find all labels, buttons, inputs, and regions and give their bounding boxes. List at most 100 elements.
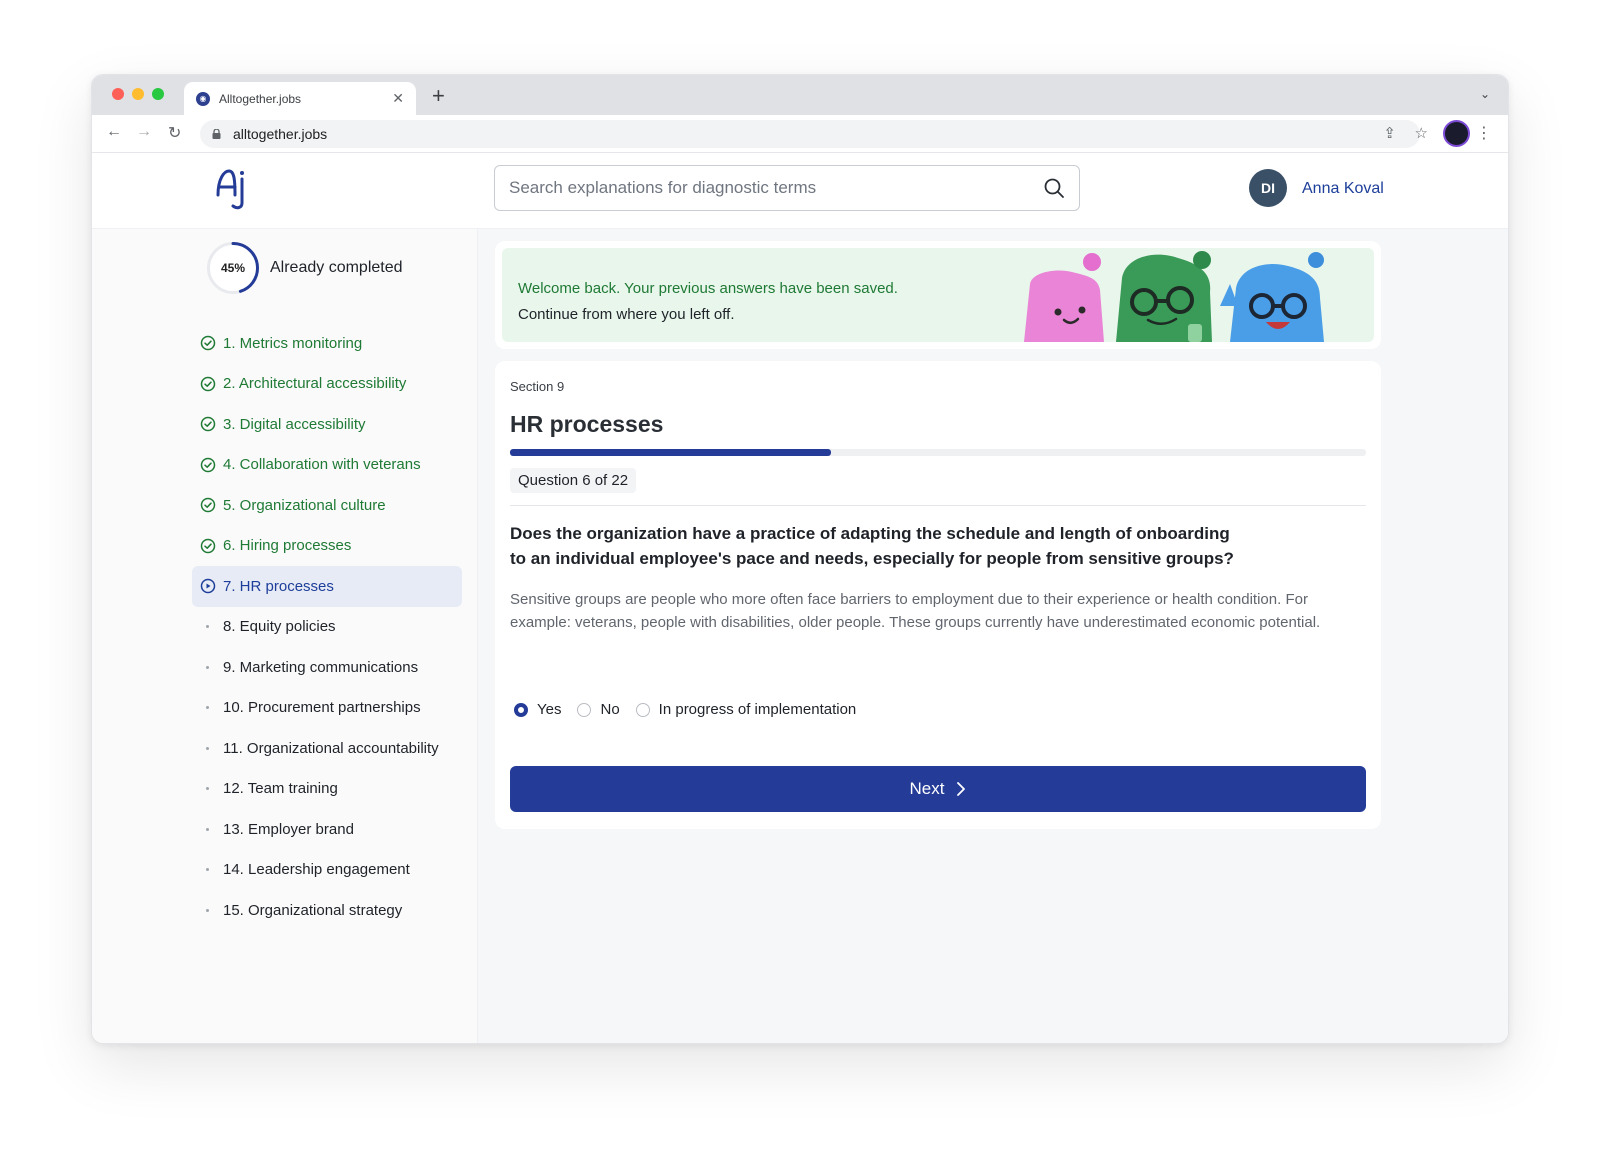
sidebar-section-item[interactable]: 12. Team training (192, 769, 462, 810)
address-bar: ← → ↻ alltogether.jobs ⇪ ☆ ⋮ (92, 115, 1508, 153)
sidebar-section-item[interactable]: 13. Employer brand (192, 809, 462, 850)
mascot-illustration-icon (1024, 251, 1324, 342)
divider (510, 505, 1366, 506)
sidebar-section-item[interactable]: 3. Digital accessibility (192, 404, 462, 445)
check-circle-icon (200, 335, 216, 351)
answer-option-label: No (600, 701, 620, 718)
next-button-label: Next (909, 779, 945, 798)
search-box (494, 165, 1080, 211)
sidebar-section-label: 8. Equity policies (223, 618, 336, 636)
sidebar-section-item[interactable]: 15. Organizational strategy (192, 890, 462, 931)
minimize-window-button[interactable] (132, 88, 144, 100)
sidebar-section-label: 15. Organizational strategy (223, 901, 403, 919)
check-circle-icon (200, 457, 216, 473)
sidebar-section-label: 1. Metrics monitoring (223, 334, 363, 352)
answer-option-label: In progress of implementation (658, 701, 857, 718)
bullet-dot-icon (206, 706, 209, 710)
sidebar-section-label: 4. Collaboration with veterans (223, 456, 421, 474)
sidebar-section-item[interactable]: 1. Metrics monitoring (192, 323, 462, 364)
sidebar-section-label: 6. Hiring processes (223, 537, 352, 555)
answer-option[interactable]: No (577, 701, 620, 718)
search-icon[interactable] (1043, 177, 1065, 199)
search-input[interactable] (509, 178, 1043, 198)
sidebar-section-item[interactable]: 14. Leadership engagement (192, 850, 462, 891)
lock-icon (212, 129, 221, 139)
sidebar-section-item[interactable]: 8. Equity policies (192, 607, 462, 648)
sidebar-section-label: 10. Procurement partnerships (223, 699, 421, 717)
bullet-dot-icon (206, 827, 209, 831)
play-circle-icon (200, 578, 216, 594)
user-name-link[interactable]: Anna Koval (1302, 180, 1384, 198)
sidebar-section-label: 3. Digital accessibility (223, 415, 366, 433)
radio-button[interactable] (577, 702, 592, 717)
question-text: Does the organization have a practice of… (510, 524, 1234, 568)
check-circle-icon (200, 376, 216, 392)
sidebar-section-item[interactable]: 4. Collaboration with veterans (192, 445, 462, 486)
check-circle-icon (200, 416, 216, 432)
sidebar-section-label: 5. Organizational culture (223, 496, 386, 514)
progress-ring: 45% (206, 241, 260, 295)
sidebar-section-item[interactable]: 2. Architectural accessibility (192, 364, 462, 405)
question-counter: Question 6 of 22 (510, 468, 637, 493)
bullet-dot-icon (206, 746, 209, 750)
sidebar-section-item[interactable]: 6. Hiring processes (192, 526, 462, 567)
tab-bar: ◉ Alltogether.jobs ✕ + ⌄ (92, 75, 1508, 115)
share-icon[interactable]: ⇪ (1383, 124, 1396, 142)
answer-option-label: Yes (537, 701, 562, 718)
check-circle-icon (200, 497, 216, 513)
back-arrow-icon[interactable]: ← (106, 123, 122, 141)
answer-option[interactable]: Yes (514, 701, 561, 718)
sidebar-section-label: 12. Team training (223, 780, 338, 798)
section-number: Section 9 (510, 379, 565, 394)
browser-tab[interactable]: ◉ Alltogether.jobs ✕ (184, 82, 416, 115)
bullet-dot-icon (206, 868, 209, 872)
browser-menu-icon[interactable]: ⋮ (1476, 123, 1492, 143)
main-content: 45% Already completed 1. Metrics monitor… (92, 229, 1508, 1043)
bullet-dot-icon (206, 625, 209, 629)
sidebar-section-item[interactable]: 10. Procurement partnerships (192, 688, 462, 729)
banner-saved-message: Welcome back. Your previous answers have… (518, 280, 898, 297)
next-button[interactable]: Next (510, 766, 1366, 812)
radio-button[interactable] (514, 702, 528, 717)
sidebar-section-label: 14. Leadership engagement (223, 861, 410, 879)
check-circle-icon (200, 538, 216, 554)
progress-percent: 45% (220, 261, 246, 275)
bullet-dot-icon (206, 665, 209, 669)
user-avatar[interactable]: DI (1249, 169, 1287, 207)
tab-close-icon[interactable]: ✕ (392, 90, 404, 107)
maximize-window-button[interactable] (152, 88, 164, 100)
browser-window: ◉ Alltogether.jobs ✕ + ⌄ ← → ↻ alltogeth… (91, 74, 1509, 1044)
welcome-banner-card: Welcome back. Your previous answers have… (495, 241, 1381, 349)
section-list: 1. Metrics monitoring 2. Architectural ac… (192, 323, 462, 931)
sidebar-section-item[interactable]: 5. Organizational culture (192, 485, 462, 526)
sidebar-section-item[interactable]: 7. HR processes (192, 566, 462, 607)
app-header: DI Anna Koval (92, 153, 1508, 229)
section-title: HR processes (510, 411, 664, 437)
url-text: alltogether.jobs (233, 126, 328, 142)
sidebar-section-label: 2. Architectural accessibility (223, 375, 407, 393)
sidebar-section-label: 11. Organizational accountability (223, 739, 439, 757)
sidebar-section-item[interactable]: 11. Organizational accountability (192, 728, 462, 769)
section-progress-bar (510, 449, 1366, 456)
sidebar-section-label: 7. HR processes (223, 577, 334, 595)
tab-list-chevron-icon[interactable]: ⌄ (1480, 87, 1490, 101)
sidebar-section-label: 9. Marketing communications (223, 658, 419, 676)
welcome-banner: Welcome back. Your previous answers have… (502, 248, 1374, 342)
radio-button[interactable] (635, 702, 650, 717)
url-bar[interactable]: alltogether.jobs (200, 120, 1420, 148)
overall-progress: 45% Already completed (206, 241, 403, 295)
logo-icon[interactable] (214, 165, 252, 211)
answer-options: Yes No In progress of implementation (514, 701, 872, 718)
browser-profile-avatar[interactable] (1443, 120, 1470, 147)
close-window-button[interactable] (112, 88, 124, 100)
reload-icon[interactable]: ↻ (168, 123, 181, 143)
bookmark-star-icon[interactable]: ☆ (1415, 124, 1428, 142)
new-tab-icon[interactable]: + (432, 83, 445, 109)
question-card: Section 9 HR processes Question 6 of 22 … (495, 361, 1381, 829)
favicon-icon: ◉ (196, 91, 210, 106)
sidebar-section-item[interactable]: 9. Marketing communications (192, 647, 462, 688)
answer-option[interactable]: In progress of implementation (635, 701, 857, 718)
forward-arrow-icon[interactable]: → (136, 123, 152, 141)
chevron-right-icon (957, 782, 966, 796)
sidebar: 45% Already completed 1. Metrics monitor… (92, 229, 478, 1043)
